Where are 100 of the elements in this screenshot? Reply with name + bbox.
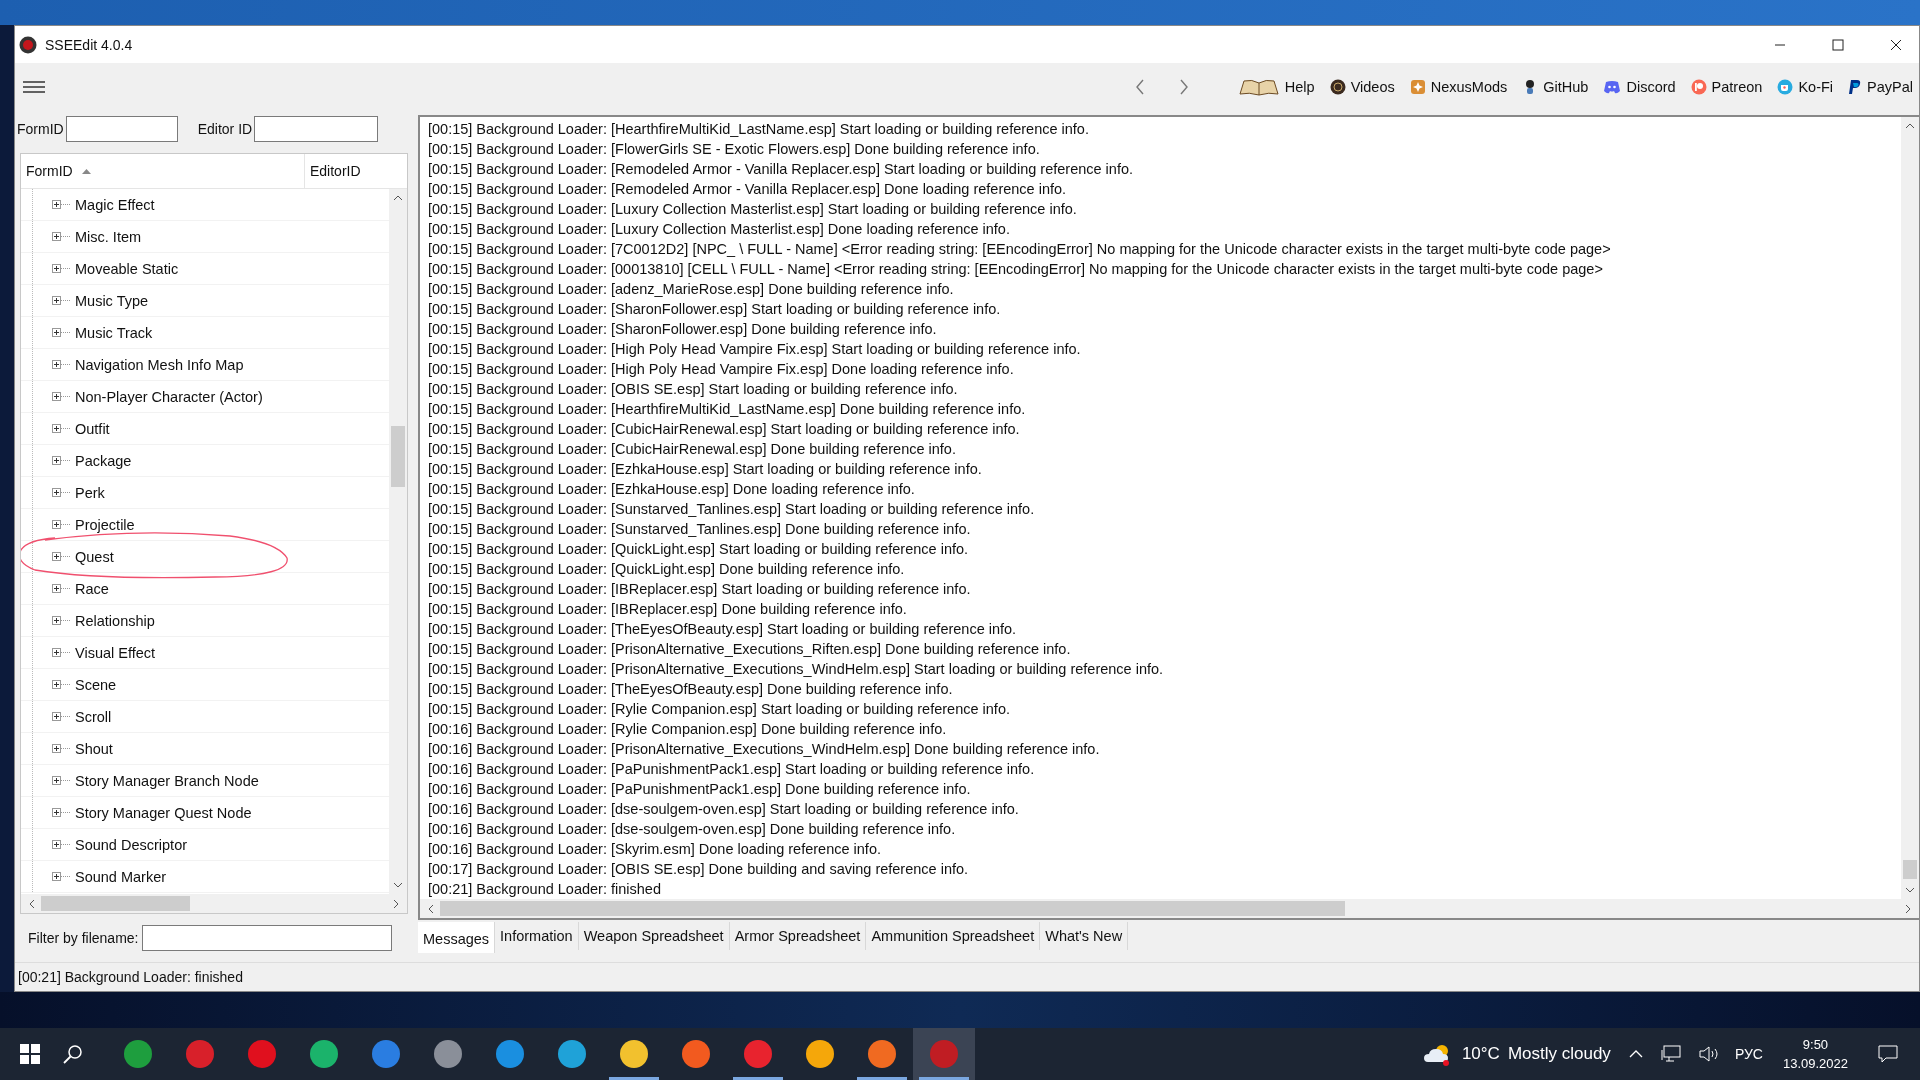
scroll-up-icon[interactable] [393, 195, 403, 201]
coin-icon [1329, 79, 1346, 95]
tree-item[interactable]: Relationship [75, 612, 155, 629]
expand-icon[interactable] [52, 616, 61, 625]
windows-start-icon[interactable] [20, 1044, 40, 1064]
notification-icon[interactable] [1878, 1045, 1898, 1063]
formid-field[interactable] [65, 116, 178, 142]
volume-icon[interactable] [1698, 1045, 1719, 1063]
toolbar-link[interactable]: Patreon [1690, 79, 1763, 95]
scroll-left-icon[interactable] [428, 903, 434, 914]
clock-date[interactable]: 13.09.2022 [1782, 1054, 1848, 1073]
scrollbar-thumb[interactable] [440, 901, 1345, 916]
weather-temperature[interactable]: 10°C [1461, 1044, 1500, 1064]
vertical-scrollbar[interactable] [389, 189, 407, 894]
tree-item[interactable]: Projectile [75, 516, 135, 533]
toolbar-link[interactable]: GitHub [1522, 79, 1589, 95]
filter-field[interactable] [142, 925, 393, 951]
log-message: [00:15] Background Loader: [QuickLight.esp] Done building reference info. [428, 560, 906, 579]
expand-icon[interactable] [52, 392, 61, 401]
log-message: [00:15] Background Loader: [Sunstarved_Tanlines.esp] Done building reference info. [428, 520, 972, 539]
tree-item[interactable]: Scene [75, 676, 117, 693]
search-icon[interactable] [63, 1044, 83, 1064]
weather-condition[interactable]: Mostly cloudy [1507, 1044, 1611, 1064]
expand-icon[interactable] [52, 520, 61, 529]
tree-item[interactable]: Race [75, 580, 109, 597]
tree-item[interactable]: Magic Effect [75, 196, 155, 213]
column-header[interactable]: FormID [21, 154, 305, 188]
toolbar-link[interactable]: PayPal [1848, 79, 1913, 95]
expand-icon[interactable] [52, 808, 61, 817]
expand-icon[interactable] [52, 744, 61, 753]
expand-icon[interactable] [52, 584, 61, 593]
scroll-right-icon[interactable] [1905, 903, 1911, 914]
toolbar-link[interactable]: Help [1237, 78, 1315, 96]
expand-icon[interactable] [52, 200, 61, 209]
toolbar-link[interactable]: Discord [1603, 79, 1676, 95]
taskbar-app[interactable] [913, 1028, 975, 1080]
tree-item[interactable]: Non-Player Character (Actor) [75, 388, 263, 405]
tree-item[interactable]: Sound Descriptor [75, 836, 188, 853]
close-icon[interactable] [1890, 38, 1902, 51]
expand-icon[interactable] [52, 456, 61, 465]
tree-item[interactable]: Scroll [75, 708, 112, 725]
tree-item[interactable]: Shout [75, 740, 113, 757]
tree-item[interactable]: Perk [75, 484, 105, 501]
tree-item[interactable]: Sound Marker [75, 868, 167, 885]
scroll-left-icon[interactable] [29, 898, 35, 909]
expand-icon[interactable] [52, 232, 61, 241]
maximize-icon[interactable] [1832, 38, 1844, 51]
log-message: [00:15] Background Loader: [IBReplacer.esp] Done building reference info. [428, 600, 908, 619]
language-indicator[interactable]: РУС [1734, 1046, 1763, 1062]
tree-item[interactable]: Outfit [75, 420, 110, 437]
expand-icon[interactable] [52, 840, 61, 849]
scroll-down-icon[interactable] [1905, 887, 1915, 893]
tree-item[interactable]: Music Type [75, 292, 149, 309]
expand-icon[interactable] [52, 296, 61, 305]
menu-icon[interactable] [23, 81, 45, 93]
scrollbar-thumb[interactable] [1903, 860, 1917, 880]
toolbar-link[interactable]: Ko-Fi [1777, 79, 1834, 95]
toolbar-link[interactable]: Videos [1329, 79, 1395, 95]
scroll-down-icon[interactable] [393, 882, 403, 888]
tree-item[interactable]: Story Manager Quest Node [75, 804, 252, 821]
expand-icon[interactable] [52, 424, 61, 433]
horizontal-scrollbar[interactable] [21, 894, 407, 913]
toolbar-link[interactable]: NexusMods [1409, 79, 1508, 95]
tree-item[interactable]: Package [75, 452, 132, 469]
scroll-right-icon[interactable] [393, 898, 399, 909]
expand-icon[interactable] [52, 552, 61, 561]
scrollbar-thumb[interactable] [41, 896, 190, 911]
expand-icon[interactable] [52, 648, 61, 657]
log-message: [00:15] Background Loader: [SharonFollower.esp] Start loading or building reference info. [428, 300, 1002, 319]
log-message: [00:16] Background Loader: [dse-soulgem-oven.esp] Done building reference info. [428, 820, 957, 839]
tab[interactable]: Messages [418, 922, 496, 953]
network-icon[interactable] [1660, 1045, 1681, 1063]
tree-item[interactable]: Music Track [75, 324, 153, 341]
column-header[interactable]: EditorID [305, 154, 361, 188]
log-message: [00:15] Background Loader: [EzhkaHouse.esp] Start loading or building reference info. [428, 460, 983, 479]
tree-item[interactable]: Visual Effect [75, 644, 156, 661]
log-message: [00:16] Background Loader: [PaPunishmentPack1.esp] Start loading or building reference info. [428, 760, 1036, 779]
expand-icon[interactable] [52, 872, 61, 881]
tree-item[interactable]: Moveable Static [75, 260, 179, 277]
clock-time[interactable]: 9:50 [1802, 1035, 1829, 1054]
expand-icon[interactable] [52, 488, 61, 497]
tree-item[interactable]: Navigation Mesh Info Map [75, 356, 244, 373]
tree-item[interactable]: Story Manager Branch Node [75, 772, 259, 789]
scrollbar-thumb[interactable] [391, 425, 405, 487]
tree-item[interactable]: Misc. Item [75, 228, 142, 245]
expand-icon[interactable] [52, 328, 61, 337]
log-message: [00:15] Background Loader: [High Poly Head Vampire Fix.esp] Start loading or building reference info. [428, 340, 1082, 359]
weather-cloud-icon [1423, 1042, 1452, 1066]
scroll-up-icon[interactable] [1905, 123, 1915, 129]
tree-item[interactable]: Quest [75, 548, 114, 565]
expand-icon[interactable] [52, 680, 61, 689]
expand-icon[interactable] [52, 776, 61, 785]
expand-icon[interactable] [52, 712, 61, 721]
log-message: [00:15] Background Loader: [CubicHairRenewal.esp] Done building reference info. [428, 440, 957, 459]
editorid-field[interactable] [254, 116, 379, 142]
expand-icon[interactable] [52, 360, 61, 369]
expand-icon[interactable] [52, 264, 61, 273]
log-message: [00:15] Background Loader: [TheEyesOfBeauty.esp] Done building reference info. [428, 680, 954, 699]
chevron-up-icon[interactable] [1628, 1050, 1643, 1058]
status-bar: [00:21] Background Loader: finished [15, 962, 1919, 991]
